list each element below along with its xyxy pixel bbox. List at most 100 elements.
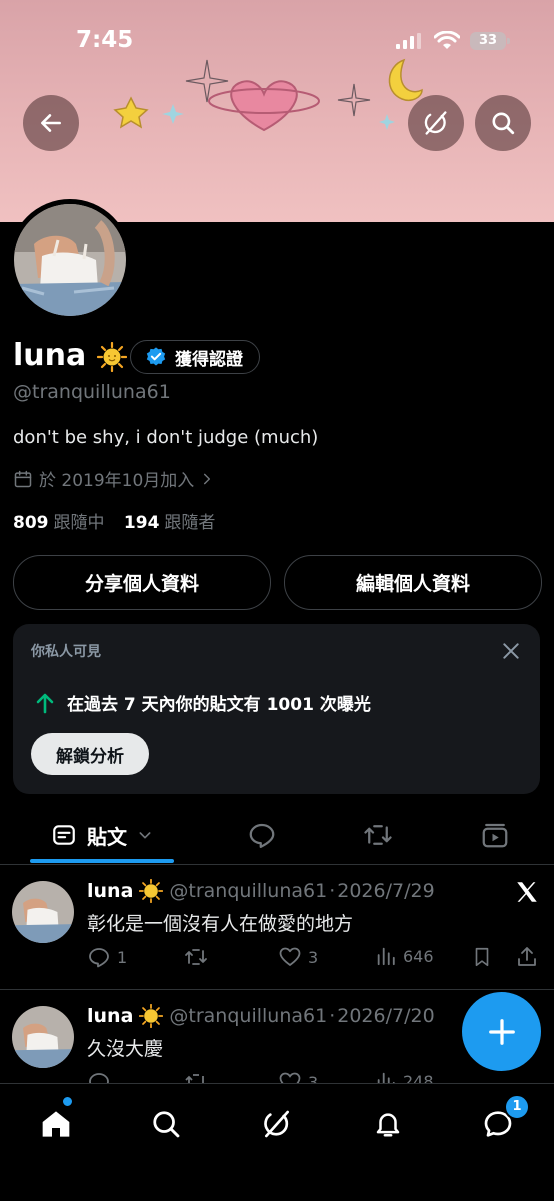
impressions-text: 在過去 7 天內你的貼文有 1001 次曝光	[67, 695, 371, 715]
compose-button[interactable]	[462, 992, 541, 1071]
following-stat[interactable]: 809 跟隨中	[13, 513, 105, 533]
bookmark-icon	[475, 947, 489, 967]
calendar-icon	[14, 470, 32, 487]
battery-indicator: 33	[470, 32, 506, 50]
reply-button[interactable]: 1	[87, 945, 127, 969]
grok-icon	[424, 111, 447, 135]
chevron-right-icon	[204, 473, 211, 484]
edit-profile-button[interactable]: 編輯個人資料	[284, 555, 542, 610]
joined-date[interactable]: 於 2019年10月加入	[13, 466, 214, 491]
nav-grok[interactable]	[257, 1104, 297, 1144]
profile-name-text: luna	[13, 338, 87, 373]
profile-handle: @tranquilluna61	[13, 381, 171, 403]
sun-emoji-icon	[139, 879, 164, 903]
nav-search[interactable]	[146, 1104, 186, 1144]
post-date: 2026/7/20	[337, 1005, 435, 1027]
tab-replies[interactable]	[232, 806, 292, 864]
like-button[interactable]: 3	[278, 945, 318, 969]
profile-avatar[interactable]	[9, 199, 131, 321]
profile-tabs: 貼文	[0, 806, 554, 864]
post-handle: @tranquilluna61	[169, 1005, 328, 1027]
back-button[interactable]	[23, 95, 79, 151]
views-button[interactable]: 646	[375, 945, 434, 967]
post-handle: @tranquilluna61	[169, 880, 328, 902]
post-author-name[interactable]: luna	[87, 880, 133, 902]
profile-name: luna	[13, 338, 127, 373]
post-avatar[interactable]	[12, 881, 74, 943]
reply-icon	[89, 948, 109, 968]
tab-posts[interactable]: 貼文	[30, 806, 174, 864]
cellular-signal-icon	[396, 33, 421, 49]
profile-bio: don't be shy, i don't judge (much)	[13, 427, 319, 448]
wifi-icon	[434, 31, 460, 49]
repost-button[interactable]	[183, 1070, 209, 1083]
get-verified-label: 獲得認證	[175, 349, 243, 370]
search-icon	[153, 1111, 180, 1138]
messages-badge: 1	[504, 1094, 530, 1120]
home-icon	[42, 1111, 70, 1137]
plus-icon	[488, 1018, 515, 1045]
repost-icon	[185, 1074, 204, 1083]
private-analytics-card: 你私人可見 在過去 7 天內你的貼文有 1001 次曝光 解鎖分析	[13, 624, 540, 794]
repost-icon	[364, 825, 392, 845]
like-count: 3	[308, 947, 319, 967]
post-actions: 3 248	[87, 1070, 543, 1083]
share-icon	[518, 947, 536, 966]
private-label: 你私人可見	[31, 644, 101, 660]
share-profile-button[interactable]: 分享個人資料	[13, 555, 271, 610]
reply-icon	[89, 1073, 109, 1083]
following-label: 跟隨中	[53, 513, 105, 533]
repost-icon	[185, 949, 207, 965]
reply-button[interactable]	[87, 1070, 111, 1083]
followers-count: 194	[123, 513, 160, 533]
views-button[interactable]: 248	[375, 1070, 434, 1083]
post-header: luna @tranquilluna61 · 2026/7/29	[87, 879, 435, 903]
verified-badge-icon	[146, 347, 166, 366]
get-verified-button[interactable]: 獲得認證	[130, 340, 260, 374]
media-icon	[482, 823, 508, 848]
views-chart-icon	[377, 947, 395, 966]
post-author-name[interactable]: luna	[87, 1005, 133, 1027]
joined-date-text: 於 2019年10月加入	[39, 471, 195, 491]
search-button[interactable]	[475, 95, 531, 151]
nav-home[interactable]	[36, 1104, 76, 1144]
unlock-analytics-button[interactable]: 解鎖分析	[31, 733, 149, 775]
status-time: 7:45	[76, 27, 134, 53]
posts-icon	[53, 825, 75, 845]
followers-stat[interactable]: 194 跟隨者	[124, 513, 216, 533]
repost-button[interactable]	[183, 945, 209, 969]
nav-notifications[interactable]	[368, 1104, 408, 1144]
arrow-up-icon	[36, 693, 54, 713]
bookmark-button[interactable]	[471, 945, 493, 969]
grok-button[interactable]	[408, 95, 464, 151]
view-count: 248	[403, 1071, 434, 1084]
post-avatar[interactable]	[12, 1006, 74, 1068]
follow-stats: 809 跟隨中 194 跟隨者	[13, 508, 215, 533]
like-count: 3	[308, 1072, 319, 1084]
x-logo-icon	[517, 882, 537, 902]
tab-active-indicator	[30, 859, 174, 863]
avatar-image	[14, 204, 126, 316]
close-icon[interactable]	[501, 641, 521, 661]
tab-reposts[interactable]	[348, 806, 408, 864]
arrow-left-icon	[41, 114, 61, 132]
reply-count: 1	[117, 947, 128, 967]
share-post-button[interactable]	[515, 945, 539, 969]
tab-media[interactable]	[465, 806, 525, 864]
sun-emoji-icon	[96, 341, 127, 372]
status-bar: 7:45 33	[0, 0, 554, 80]
post-text: 彰化是一個沒有人在做愛的地方	[87, 913, 354, 935]
heart-icon	[279, 1072, 301, 1083]
view-count: 646	[403, 946, 434, 966]
heart-icon	[279, 947, 301, 966]
post-meta-separator: ·	[329, 1005, 336, 1027]
reply-bubble-icon	[249, 823, 275, 848]
like-button[interactable]: 3	[278, 1070, 318, 1083]
post-item[interactable]: luna @tranquilluna61 · 2026/7/29 彰化是一個沒有…	[0, 865, 554, 989]
post-meta-separator: ·	[329, 880, 336, 902]
post-actions: 1 3 646	[87, 945, 543, 975]
followers-label: 跟隨者	[164, 513, 216, 533]
chevron-down-icon	[139, 832, 151, 839]
battery-tip	[507, 38, 510, 44]
tab-posts-label: 貼文	[87, 824, 127, 849]
